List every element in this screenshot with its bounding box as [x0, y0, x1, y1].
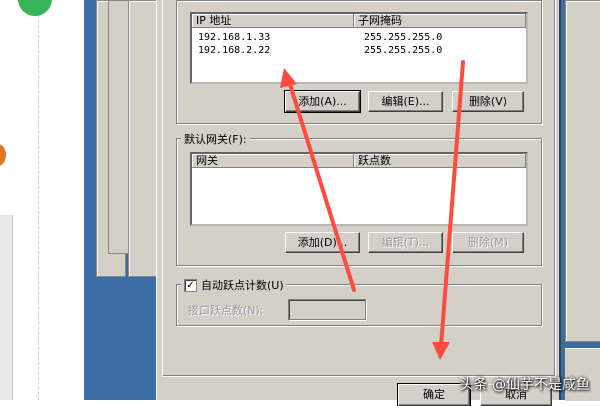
arrow-head-2 — [432, 342, 450, 360]
arrow-to-ok-button — [439, 60, 465, 348]
arrow-to-add-button — [286, 76, 356, 292]
annotation-arrows — [280, 60, 465, 360]
watermark-text: 头条 @仙芋不是咸鱼 — [459, 377, 590, 393]
arrow-head-1 — [280, 68, 297, 88]
